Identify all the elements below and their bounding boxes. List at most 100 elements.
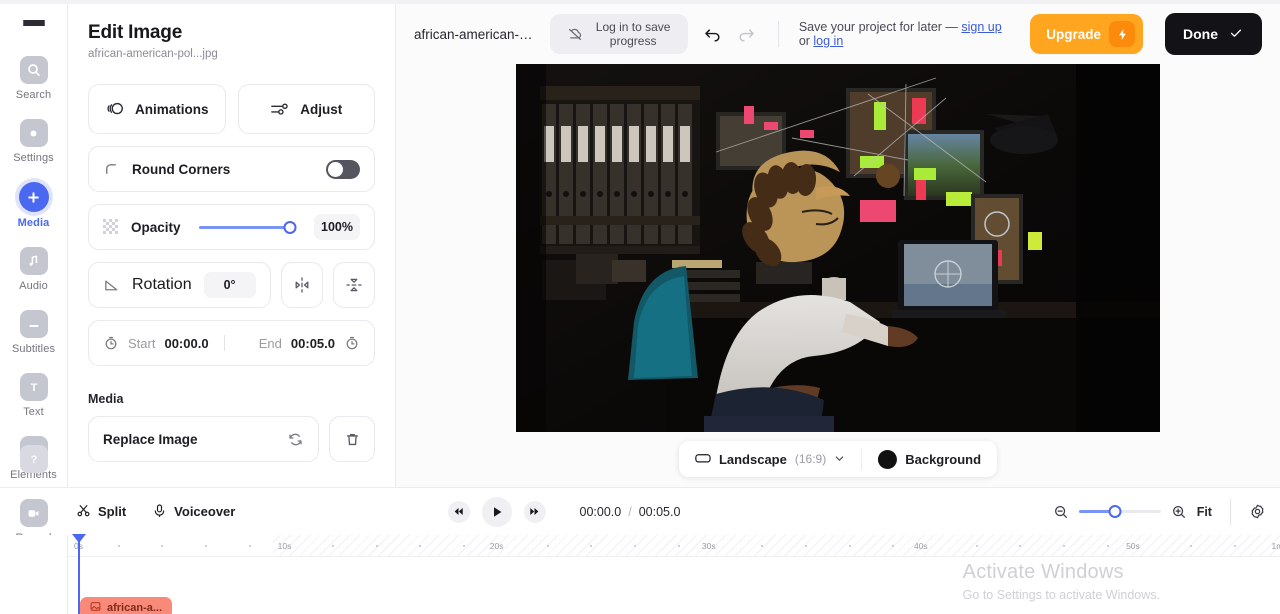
start-clock-icon[interactable] [103,335,119,351]
background-button[interactable]: Background [862,441,997,477]
animations-button[interactable]: Animations [88,84,226,134]
round-corner-icon [103,161,120,178]
sidebar-item-search[interactable]: Search [0,48,68,101]
opacity-track[interactable] [198,220,297,234]
ruler-tick [848,545,851,547]
chevron-down-icon [834,452,845,467]
timeline-body[interactable]: 0s10s20s30s40s50s1m african-a... [68,534,1280,614]
ruler-tick-label: 1m [1271,541,1280,551]
sign-up-link[interactable]: sign up [961,20,1001,34]
voiceover-button[interactable]: Voiceover [152,503,235,521]
gear-icon[interactable] [1249,503,1266,520]
file-name: african-american-pol...jpg [88,48,218,60]
timeline: 0s10s20s30s40s50s1m african-a... Activat… [0,534,1280,614]
sidebar-item-subtitles[interactable]: Subtitles [0,302,68,355]
animations-icon [105,100,125,118]
opacity-slider[interactable] [198,220,297,234]
opacity-thumb[interactable] [283,220,297,234]
skip-back-button[interactable] [447,500,470,523]
sidebar-item-label: Settings [13,152,54,164]
sidebar-item-label: Subtitles [11,343,56,355]
opacity-value[interactable]: 100% [314,214,360,240]
replace-image-button[interactable]: Replace Image [88,416,319,462]
hamburger-icon[interactable] [22,20,45,26]
round-corners-toggle[interactable] [326,159,360,179]
background-color-swatch[interactable] [878,449,898,469]
music-note-icon [19,247,48,275]
end-value[interactable]: 00:05.0 [291,336,335,351]
time-readout: 00:00.0 / 00:05.0 [580,505,681,519]
voiceover-label: Voiceover [174,504,236,519]
delete-media-button[interactable] [329,416,375,462]
sidebar-item-media[interactable]: Media [0,174,68,229]
adjust-label: Adjust [300,101,343,117]
round-corners-label: Round Corners [132,161,231,177]
start-label: Start [128,335,156,351]
opacity-row: Opacity 100% [88,204,375,250]
zoom-thumb[interactable] [1108,505,1122,518]
settings-icon [19,119,48,147]
sidebar-item-text[interactable]: T Text [0,365,68,418]
login-to-save-button[interactable]: Log in to save progress [550,14,689,54]
ruler-tick [1106,545,1109,547]
start-value[interactable]: 00:00.0 [164,336,208,351]
sidebar-item-label: Audio [19,280,48,292]
rotation-label: Rotation [132,276,192,293]
edit-image-panel: Edit Image african-american-pol...jpg An… [68,4,396,487]
sidebar-item-label: Search [15,89,52,101]
sidebar-item-settings[interactable]: Settings [0,111,68,164]
aspect-ratio-selector[interactable]: Landscape (16:9) [679,441,861,477]
end-clock-icon[interactable] [344,335,360,351]
refresh-icon [287,431,304,448]
undo-button[interactable] [700,20,723,48]
adjust-button[interactable]: Adjust [237,84,375,134]
ruler-tick [677,545,680,547]
opacity-icon [103,219,119,235]
time-separator: / [628,504,632,519]
ruler-tick [375,545,378,547]
project-name[interactable]: african-american-police... [414,27,538,42]
done-button[interactable]: Done [1165,13,1263,55]
done-label: Done [1183,26,1219,42]
divider [223,335,225,351]
timeline-ruler[interactable]: 0s10s20s30s40s50s1m [68,535,1280,557]
play-button[interactable] [481,496,512,527]
sidebar-item-audio[interactable]: Audio [0,239,68,292]
rotation-row: Rotation 0° [88,262,375,308]
cloud-off-icon [566,25,584,43]
check-icon [1228,25,1244,44]
end-label: End [258,335,282,351]
canvas-area: Landscape (16:9) Background [396,64,1280,487]
skip-forward-button[interactable] [523,500,546,523]
timeline-clip[interactable]: african-a... [80,597,173,614]
flip-vertical-button[interactable] [332,262,375,308]
upgrade-button[interactable]: Upgrade [1030,14,1144,54]
playhead[interactable] [72,534,86,614]
ruler-tick [117,545,120,547]
timeline-zoom-slider[interactable] [1078,505,1161,518]
microphone-icon [152,503,167,521]
flip-horizontal-button[interactable] [280,262,323,308]
redo-button[interactable] [735,20,758,48]
fit-button[interactable]: Fit [1197,505,1212,519]
help-button[interactable]: ? [19,445,48,473]
split-button[interactable]: Split [76,503,126,521]
log-in-link[interactable]: log in [813,34,843,48]
zoom-in-icon[interactable] [1171,504,1187,520]
sidebar-item-label: Media [17,217,50,229]
animations-label: Animations [134,101,209,117]
help-icon: ? [19,445,48,473]
ruler-tick [204,545,207,547]
ruler-tick [1233,545,1236,547]
trim-range-row: Start 00:00.0 End 00:05.0 [88,320,375,366]
ruler-tick [634,545,636,547]
save-hint-prefix: Save your project for later — [798,20,962,34]
rotation-value[interactable]: 0° [203,272,256,298]
image-preview[interactable] [516,64,1160,432]
or-label: or [798,34,814,48]
opacity-label: Opacity [131,219,181,235]
timeline-tracks[interactable]: african-a... [68,557,1280,614]
timeline-gutter [0,535,68,614]
zoom-out-icon[interactable] [1053,504,1069,520]
ruler-tick [546,545,549,547]
